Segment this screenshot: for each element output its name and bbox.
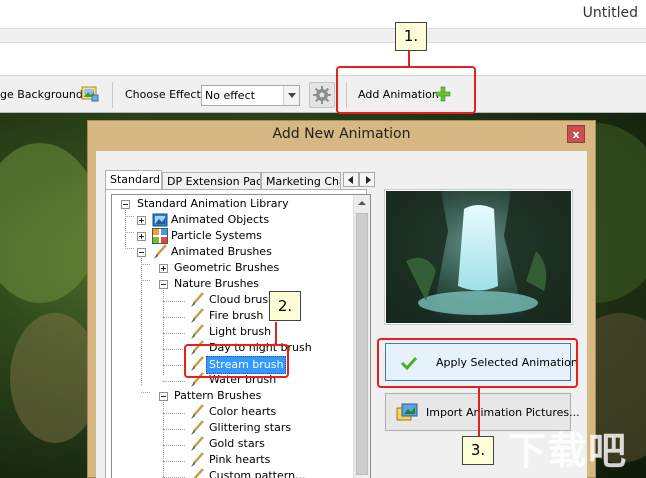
callout-apply-button (377, 338, 578, 388)
tree-scrollbar[interactable] (353, 195, 370, 478)
app-title-bar: Untitled (0, 0, 646, 28)
brush-icon (189, 292, 205, 308)
tree-node-nature-brushes[interactable]: Nature Brushes (112, 276, 352, 292)
effect-dropdown-value: No effect (205, 89, 255, 102)
choose-effect-label: Choose Effect: (125, 88, 205, 101)
brush-icon (189, 308, 205, 324)
animation-preview (384, 189, 573, 325)
effect-settings-button[interactable] (309, 82, 335, 108)
expand-icon[interactable] (137, 232, 146, 241)
site-watermark: 下载吧 (508, 429, 629, 473)
tree-node-cloud-brush[interactable]: Cloud brush (112, 292, 352, 308)
brush-icon (189, 452, 205, 468)
brush-icon (189, 468, 205, 478)
tab-dp-extension-pack[interactable]: DP Extension Pack (162, 172, 261, 189)
callout-connector (408, 51, 410, 67)
tree-node-label: Geometric Brushes (174, 261, 280, 274)
callout-connector (478, 388, 480, 436)
import-pictures-icon (396, 403, 418, 426)
dialog-title: Add New Animation (272, 126, 411, 142)
animation-library-tree[interactable]: Standard Animation Library Animated Obje… (111, 194, 371, 478)
tree-node-label: Fire brush (209, 309, 264, 322)
collapse-icon[interactable] (121, 200, 130, 209)
tree-scroll-thumb[interactable] (356, 213, 368, 475)
tree-node-glittering-stars[interactable]: Glittering stars (112, 420, 352, 436)
tree-node-label: Gold stars (209, 437, 265, 450)
effects-toolbar: ge Background Choose Effect: No effect A… (0, 75, 646, 113)
tree-node-label: Standard Animation Library (137, 197, 289, 210)
tab-standard[interactable]: Standard (105, 170, 162, 189)
step-2-label: 2. (269, 291, 301, 321)
tree-node-label: Custom pattern... (209, 469, 306, 478)
callout-connector (275, 322, 277, 345)
callout-add-animation (336, 66, 476, 114)
tree-node-animated-objects[interactable]: Animated Objects (112, 212, 352, 228)
import-button-label: Import Animation Pictures... (426, 406, 580, 419)
tree-node-pattern-brushes[interactable]: Pattern Brushes (112, 388, 352, 404)
tree-node-color-hearts[interactable]: Color hearts (112, 404, 352, 420)
tree-node-standard-library[interactable]: Standard Animation Library (112, 196, 352, 212)
tree-node-particle-systems[interactable]: Particle Systems (112, 228, 352, 244)
brush-icon (189, 420, 205, 436)
tab-scroll-left-button[interactable] (343, 172, 359, 187)
brush-icon (152, 244, 168, 260)
step-1-label: 1. (395, 22, 427, 51)
tree-node-label: Nature Brushes (174, 277, 260, 290)
effect-dropdown[interactable]: No effect (201, 85, 300, 106)
collapse-icon[interactable] (137, 248, 146, 257)
tree-node-custom-pattern[interactable]: Custom pattern... (112, 468, 352, 478)
waterfall-preview-image (386, 191, 571, 323)
callout-stream-brush (184, 344, 289, 378)
background-image-icon[interactable] (81, 86, 99, 105)
collapse-icon[interactable] (159, 392, 168, 401)
tree-node-pink-hearts[interactable]: Pink hearts (112, 452, 352, 468)
animated-objects-icon (152, 212, 168, 228)
tree-node-label: Animated Objects (171, 213, 270, 226)
tree-node-gold-stars[interactable]: Gold stars (112, 436, 352, 452)
expand-icon[interactable] (137, 216, 146, 225)
tree-node-label: Animated Brushes (171, 245, 272, 258)
tree-node-light-brush[interactable]: Light brush (112, 324, 352, 340)
brush-icon (189, 324, 205, 340)
tab-marketing-characters[interactable]: Marketing Char (261, 172, 341, 189)
brush-icon (189, 404, 205, 420)
dialog-close-button[interactable]: x (567, 125, 585, 143)
ribbon-area (0, 43, 646, 75)
expand-icon[interactable] (159, 264, 168, 273)
tree-node-fire-brush[interactable]: Fire brush (112, 308, 352, 324)
tree-node-label: Particle Systems (171, 229, 262, 242)
tree-node-label: Light brush (209, 325, 272, 338)
collapse-icon[interactable] (159, 280, 168, 289)
tree-node-label: Pink hearts (209, 453, 271, 466)
gear-icon (313, 86, 331, 104)
tree-node-geometric-brushes[interactable]: Geometric Brushes (112, 260, 352, 276)
tab-scroll-right-button[interactable] (359, 172, 375, 187)
step-3-label: 3. (462, 436, 494, 465)
change-background-button[interactable]: ge Background (0, 88, 83, 101)
tree-node-label: Pattern Brushes (174, 389, 262, 402)
chevron-down-icon[interactable] (283, 86, 299, 105)
brush-icon (189, 436, 205, 452)
tab-panel-standard: Standard Animation Library Animated Obje… (105, 189, 371, 478)
tree-node-animated-brushes[interactable]: Animated Brushes (112, 244, 352, 260)
tree-node-label: Cloud brush (209, 293, 276, 306)
scroll-up-arrow-icon[interactable] (354, 195, 370, 211)
tree-node-label: Glittering stars (209, 421, 292, 434)
menu-bar (0, 28, 646, 43)
app-title: Untitled (582, 5, 638, 21)
tree-node-label: Color hearts (209, 405, 277, 418)
particle-systems-icon (152, 228, 168, 244)
toolbar-separator (112, 82, 113, 108)
